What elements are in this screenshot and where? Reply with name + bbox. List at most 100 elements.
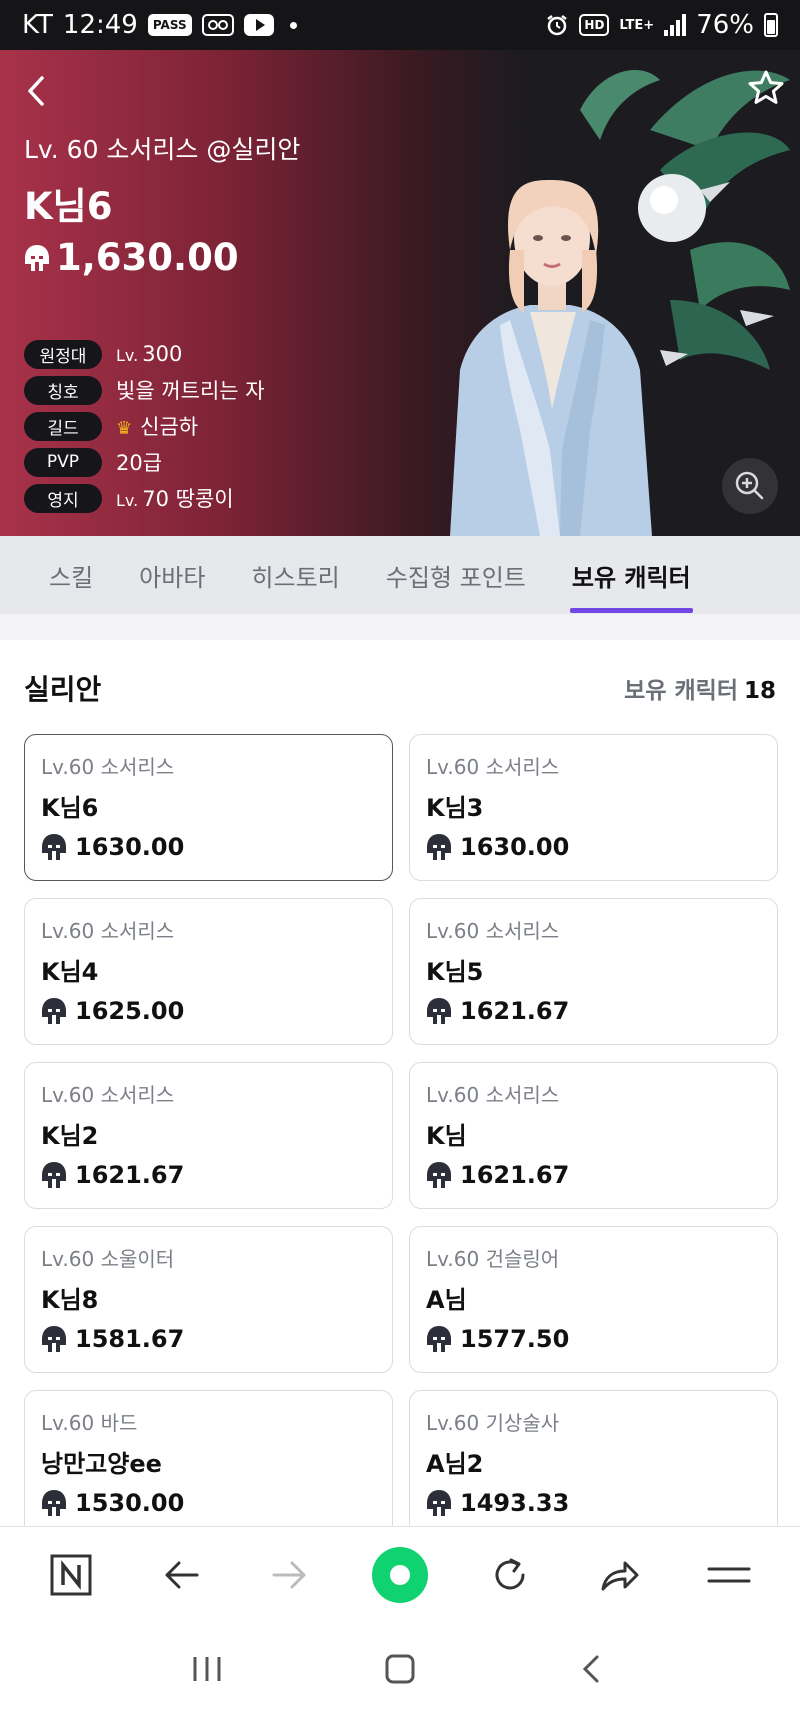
tab-avatar[interactable]: 아바타 [116,536,228,614]
info-label: 길드 [24,411,102,441]
browser-forward-button[interactable] [260,1545,320,1605]
tab-skill[interactable]: 스킬 [26,536,116,614]
share-icon [601,1561,639,1590]
character-hero: Lv. 60 소서리스 @실리안 K님6 1,630.00 원정대 Lv. 300… [0,50,800,536]
character-class: Lv.60 기상술사 [426,1411,560,1435]
item-level-value: 1493.33 [460,1489,570,1517]
character-card[interactable]: Lv.60 건슬링어 A님 1577.50 [409,1226,778,1373]
character-card-name: K님4 [41,958,99,986]
item-level-value: 1630.00 [460,833,570,861]
back-arrow-icon [165,1561,199,1588]
refresh-icon [495,1558,525,1589]
naver-n-button[interactable] [41,1545,101,1605]
status-right: HD LTE+ 76% [545,10,778,40]
notification-dot-icon [289,21,297,29]
alarm-icon [547,15,568,36]
character-card[interactable]: Lv.60 소서리스 K님4 1625.00 [24,898,393,1045]
tab-collectibles[interactable]: 수집형 포인트 [363,536,549,614]
character-card-item-level: 1493.33 [426,1489,761,1517]
info-label: 영지 [24,483,102,513]
helmet-icon [42,998,66,1024]
browser-toolbar [0,1526,800,1622]
character-card-name: A님2 [426,1450,484,1478]
vr-app-icon [201,14,234,36]
character-card[interactable]: Lv.60 소서리스 K님5 1621.67 [409,898,778,1045]
item-level-value: 1577.50 [460,1325,570,1353]
character-class: Lv.60 소서리스 [426,755,560,779]
helmet-icon [25,244,49,271]
character-class: Lv.60 소서리스 [41,1083,175,1107]
character-card[interactable]: Lv.60 소울이터 K님8 1581.67 [24,1226,393,1373]
character-card[interactable]: Lv.60 소서리스 K님6 1630.00 [24,734,393,881]
tab-history[interactable]: 히스토리 [228,536,362,614]
info-row-guild: 길드 ♛ 신금하 [24,408,265,444]
character-card[interactable]: Lv.60 기상술사 A님2 1493.33 [409,1390,778,1526]
character-card-item-level: 1581.67 [41,1325,376,1353]
item-level-value: 1581.67 [75,1325,185,1353]
info-row-expedition: 원정대 Lv. 300 [24,336,265,372]
time-label: 12:49 [62,10,138,40]
info-label: PVP [24,447,102,477]
refresh-button[interactable] [480,1545,540,1605]
favorite-star-icon[interactable] [746,68,786,108]
character-class: Lv.60 소서리스 [41,919,175,943]
character-card-name: K님 [426,1122,467,1150]
status-bar: KT 12:49 PASS HD LTE+ 76% [0,0,800,50]
youtube-icon [243,14,274,36]
character-card-name: K님8 [41,1286,99,1314]
browser-home-button[interactable] [370,1545,430,1605]
helmet-icon [427,1490,451,1516]
character-card[interactable]: Lv.60 소서리스 K님2 1621.67 [24,1062,393,1209]
character-class: Lv.60 소서리스 [426,919,560,943]
system-nav-bar [0,1622,800,1716]
browser-back-button[interactable] [151,1545,211,1605]
share-button[interactable] [589,1545,649,1605]
recent-apps-icon[interactable] [189,1653,225,1685]
character-card-item-level: 1621.67 [426,997,761,1025]
info-row-title: 칭호 빛을 꺼트리는 자 [24,372,265,408]
forward-arrow-icon [272,1561,306,1588]
character-info-list: 원정대 Lv. 300 칭호 빛을 꺼트리는 자 길드 ♛ 신금하 PVP 20급 … [24,336,265,516]
character-card[interactable]: Lv.60 소서리스 K님 1621.67 [409,1062,778,1209]
helmet-icon [42,1490,66,1516]
character-card[interactable]: Lv.60 소서리스 K님3 1630.00 [409,734,778,881]
character-card-name: K님2 [41,1122,99,1150]
character-card-item-level: 1621.67 [426,1161,761,1189]
section-tabs: 스킬 아바타 히스토리 수집형 포인트 보유 캐릭터 [0,536,800,614]
character-class: Lv.60 소울이터 [41,1247,175,1271]
character-card[interactable]: Lv.60 바드 낭만고양ee 1530.00 [24,1390,393,1526]
zoom-button[interactable] [722,458,778,514]
character-card-item-level: 1577.50 [426,1325,761,1353]
item-level-value: 1621.67 [75,1161,185,1189]
item-level-value: 1621.67 [460,1161,570,1189]
carrier-label: KT [22,10,53,40]
tab-owned-characters[interactable]: 보유 캐릭터 [549,536,714,614]
character-count: 보유 캐릭터 18 [624,678,776,704]
menu-button[interactable] [699,1545,759,1605]
helmet-icon [427,1162,451,1188]
item-level-value: 1530.00 [75,1489,185,1517]
info-value: ♛ 신금하 [116,415,199,439]
info-value: 빛을 꺼트리는 자 [116,379,265,403]
signal-strength-icon [664,14,687,36]
home-square-icon[interactable] [382,1651,418,1687]
character-class: Lv.60 소서리스 [426,1083,560,1107]
helmet-icon [427,834,451,860]
item-level-value: 1625.00 [75,997,185,1025]
back-button[interactable] [22,72,52,110]
back-chevron-icon[interactable] [575,1651,611,1687]
character-card-name: K님5 [426,958,484,986]
info-label: 칭호 [24,375,102,405]
naver-n-icon [50,1554,92,1595]
character-card-item-level: 1630.00 [426,833,761,861]
character-grid: Lv.60 소서리스 K님6 1630.00 Lv.60 소서리스 K님3 1630.00… [24,734,778,1526]
network-type-label: LTE+ [619,17,655,33]
info-value: Lv. 70 땅콩이 [116,487,234,511]
item-level-value: 1,630.00 [56,236,239,279]
section-header: 실리안 보유 캐릭터 18 [24,668,776,708]
info-value: Lv. 300 [116,342,183,366]
info-row-estate: 영지 Lv. 70 땅콩이 [24,480,265,516]
item-level-value: 1630.00 [75,833,185,861]
info-label: 원정대 [24,339,102,369]
character-card-item-level: 1625.00 [41,997,376,1025]
